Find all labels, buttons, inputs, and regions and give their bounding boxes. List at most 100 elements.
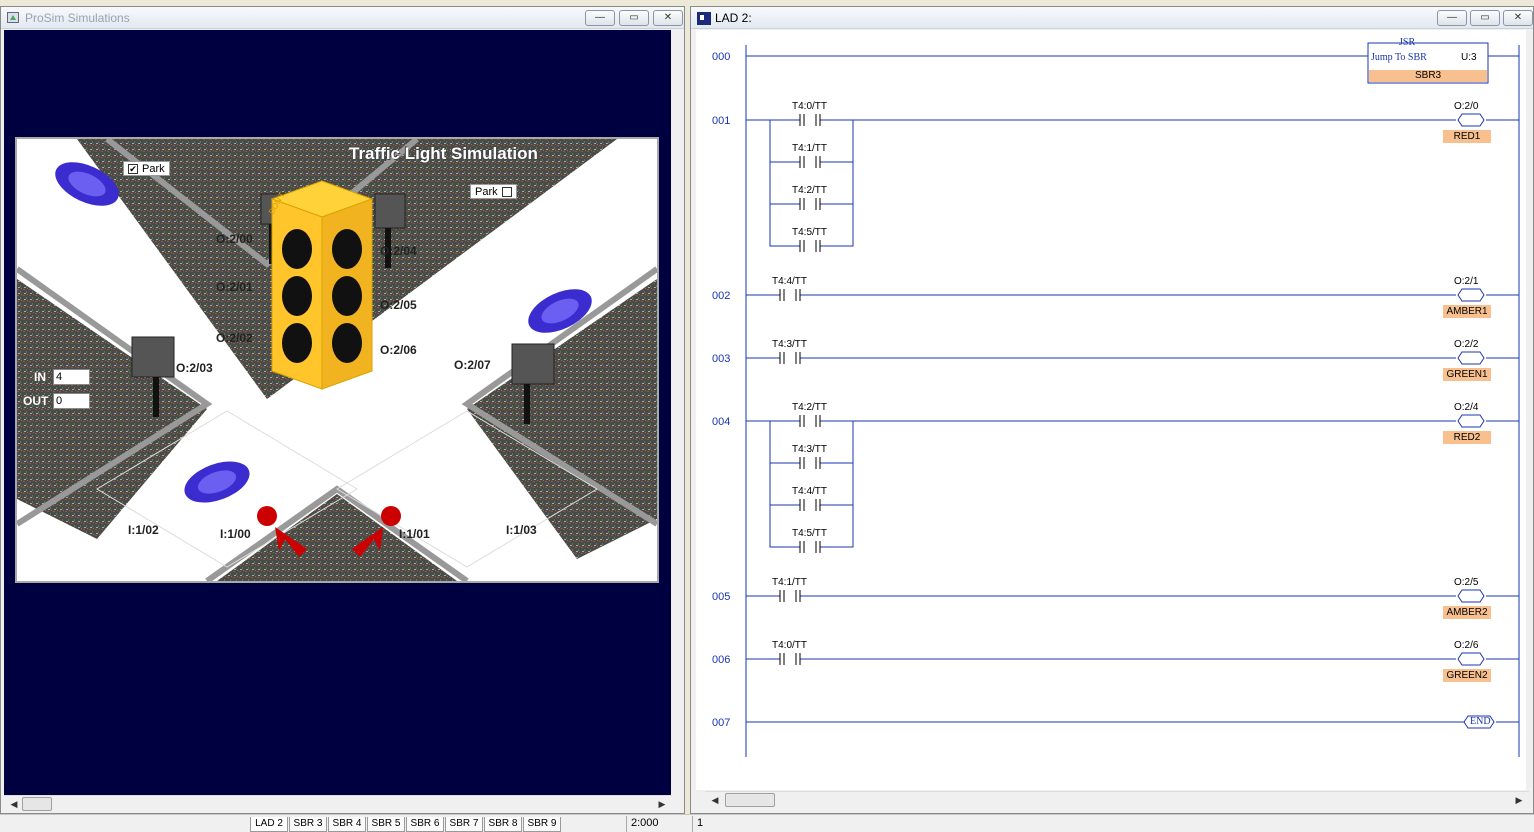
checkbox-icon: ✔ <box>128 164 138 175</box>
maximize-button[interactable]: ▭ <box>1470 10 1500 26</box>
coil-address[interactable]: O:2/1 <box>1454 276 1478 287</box>
coil-name-label: RED1 <box>1443 130 1491 143</box>
rung-number: 000 <box>712 51 731 63</box>
tab-sbr4[interactable]: SBR 4 <box>328 817 366 832</box>
window-title: LAD 2: <box>715 11 752 25</box>
status-page: 1 <box>692 816 732 832</box>
jsr-description[interactable]: Jump To SBR <box>1371 52 1427 63</box>
maximize-button[interactable]: ▭ <box>619 10 649 26</box>
tab-sbr9[interactable]: SBR 9 <box>523 817 561 832</box>
close-icon: ✕ <box>1513 12 1523 23</box>
rung-number: 003 <box>712 353 731 365</box>
contact-address[interactable]: T4:1/TT <box>772 577 807 588</box>
scroll-left-icon[interactable]: ◀ <box>6 797 22 811</box>
prosim-hscrollbar[interactable]: ◀ ▶ <box>4 795 671 812</box>
output-label-04: O:2/04 <box>380 244 417 258</box>
scroll-thumb[interactable] <box>725 793 775 807</box>
out-counter-field[interactable]: 0 <box>53 393 90 409</box>
status-bar: LAD 2 SBR 3 SBR 4 SBR 5 SBR 6 SBR 7 SBR … <box>0 814 1534 832</box>
out-label: OUT <box>23 394 49 408</box>
scroll-right-icon[interactable]: ▶ <box>1511 793 1527 807</box>
tab-sbr8[interactable]: SBR 8 <box>484 817 522 832</box>
contact-address[interactable]: T4:1/TT <box>792 143 827 154</box>
park-top-label: Park <box>142 163 165 175</box>
scene-title: Traffic Light Simulation <box>349 144 538 163</box>
park-right-label: Park <box>475 186 498 198</box>
rung-number: 005 <box>712 591 731 603</box>
contact-address[interactable]: T4:4/TT <box>792 486 827 497</box>
app-icon <box>697 12 711 25</box>
output-label-01: O:2/01 <box>216 280 253 294</box>
coil-address[interactable]: O:2/6 <box>1454 640 1478 651</box>
close-button[interactable]: ✕ <box>653 10 683 26</box>
simulation-canvas: DON'T Traffic Light Simulation ✔ Park Par… <box>4 30 671 800</box>
close-button[interactable]: ✕ <box>1503 10 1533 26</box>
coil-address[interactable]: O:2/5 <box>1454 577 1478 588</box>
input-label-00: I:1/00 <box>220 527 251 541</box>
jsr-target[interactable]: SBR3 <box>1415 70 1441 81</box>
output-label-03: O:2/03 <box>176 361 213 375</box>
output-label-06: O:2/06 <box>380 343 417 357</box>
contact-address[interactable]: T4:2/TT <box>792 402 827 413</box>
contact-address[interactable]: T4:2/TT <box>792 185 827 196</box>
minimize-icon: — <box>1447 12 1457 23</box>
output-label-02: O:2/02 <box>216 331 253 345</box>
contact-address[interactable]: T4:3/TT <box>772 339 807 350</box>
coil-name-label: AMBER2 <box>1443 606 1491 619</box>
window-title: ProSim Simulations <box>25 11 130 25</box>
ladder-editor: 000 001 002 003 004 005 006 007 JSR Jump… <box>696 30 1526 790</box>
status-position: 2:000 <box>626 816 686 832</box>
jsr-unit: U:3 <box>1461 52 1477 63</box>
coil-name-label: GREEN1 <box>1443 368 1491 381</box>
tab-sbr3[interactable]: SBR 3 <box>289 817 327 832</box>
coil-name-label: RED2 <box>1443 431 1491 444</box>
traffic-scene: DON'T Traffic Light Simulation ✔ Park Par… <box>15 137 659 583</box>
scroll-right-icon[interactable]: ▶ <box>654 797 670 811</box>
minimize-button[interactable]: — <box>1437 10 1467 26</box>
car-bottom <box>184 461 250 503</box>
contact-address[interactable]: T4:0/TT <box>792 101 827 112</box>
output-label-05: O:2/05 <box>380 298 417 312</box>
rung-number: 002 <box>712 290 731 302</box>
input-label-01: I:1/01 <box>399 527 430 541</box>
close-icon: ✕ <box>663 12 673 23</box>
rung-number: 001 <box>712 115 731 127</box>
input-label-02: I:1/02 <box>128 523 159 537</box>
output-label-07: O:2/07 <box>454 358 491 372</box>
rung-number: 007 <box>712 717 731 729</box>
coil-name-label: AMBER1 <box>1443 305 1491 318</box>
maximize-icon: ▭ <box>629 12 639 23</box>
tab-lad2[interactable]: LAD 2 <box>250 817 288 832</box>
contact-address[interactable]: T4:5/TT <box>792 528 827 539</box>
maximize-icon: ▭ <box>1480 12 1490 23</box>
ladder-hscrollbar[interactable]: ◀ ▶ <box>705 791 1529 808</box>
coil-address[interactable]: O:2/0 <box>1454 101 1478 112</box>
scene-graphics: DON'T <box>17 139 657 581</box>
contact-address[interactable]: T4:0/TT <box>772 640 807 651</box>
scroll-left-icon[interactable]: ◀ <box>707 793 723 807</box>
in-counter-field[interactable]: 4 <box>53 369 90 385</box>
coil-address[interactable]: O:2/4 <box>1454 402 1478 413</box>
contact-address[interactable]: T4:5/TT <box>792 227 827 238</box>
prosim-titlebar[interactable]: ProSim Simulations — ▭ ✕ <box>1 7 684 29</box>
tab-sbr6[interactable]: SBR 6 <box>406 817 444 832</box>
traffic-light <box>270 180 374 390</box>
ladder-titlebar[interactable]: LAD 2: — ▭ ✕ <box>691 7 1533 29</box>
coil-name-label: GREEN2 <box>1443 669 1491 682</box>
minimize-icon: — <box>595 12 605 23</box>
park-checkbox-right[interactable]: Park <box>470 184 517 199</box>
park-checkbox-top[interactable]: ✔ Park <box>123 161 170 176</box>
scroll-thumb[interactable] <box>22 797 52 811</box>
tab-sbr5[interactable]: SBR 5 <box>367 817 405 832</box>
input-label-03: I:1/03 <box>506 523 537 537</box>
minimize-button[interactable]: — <box>585 10 615 26</box>
app-icon <box>7 12 19 23</box>
checkbox-icon <box>501 187 512 198</box>
tab-sbr7[interactable]: SBR 7 <box>445 817 483 832</box>
coil-address[interactable]: O:2/2 <box>1454 339 1478 350</box>
in-label: IN <box>34 370 46 384</box>
contact-address[interactable]: T4:4/TT <box>772 276 807 287</box>
rung-number: 006 <box>712 654 731 666</box>
prosim-window: ProSim Simulations — ▭ ✕ DON'T Traffic L… <box>0 6 685 814</box>
contact-address[interactable]: T4:3/TT <box>792 444 827 455</box>
